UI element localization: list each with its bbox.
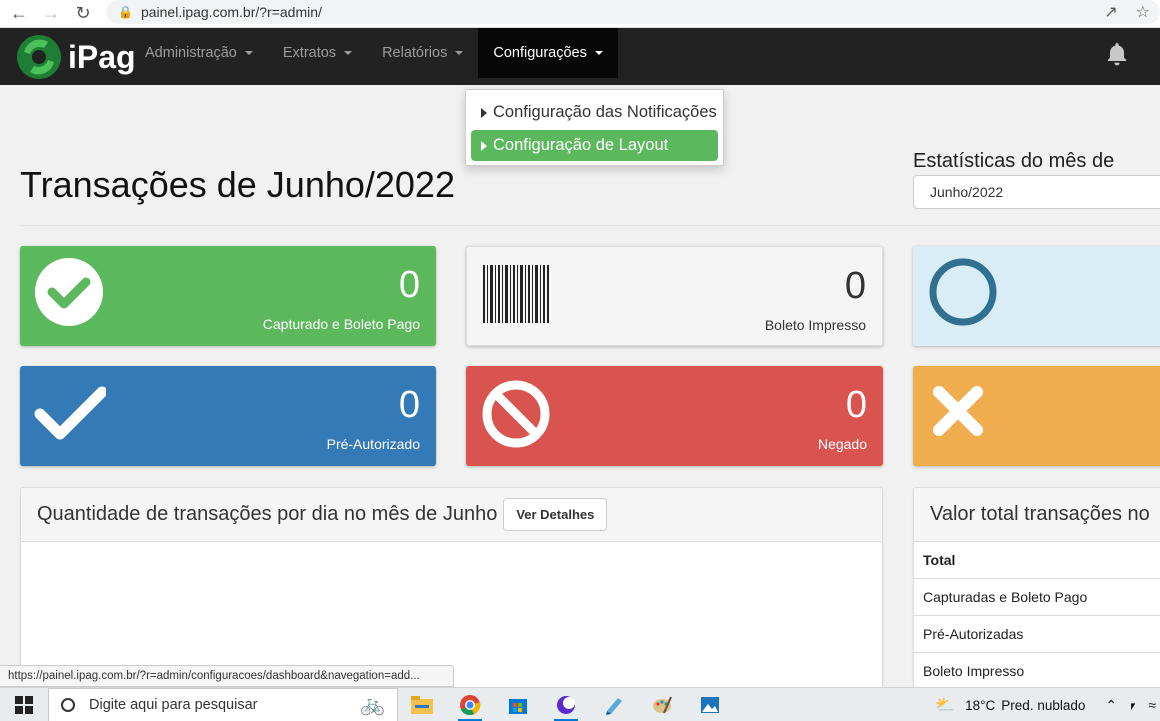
- arrow-right-icon[interactable]: →: [38, 1, 64, 27]
- wifi-icon[interactable]: ≈: [1148, 697, 1156, 713]
- notepad-icon[interactable]: [590, 688, 638, 721]
- card-cancelado[interactable]: [913, 366, 1160, 466]
- check-icon: [34, 386, 106, 440]
- chevron-up-icon[interactable]: ⌃: [1105, 697, 1117, 714]
- card-label: Boleto Impresso: [764, 317, 866, 333]
- card-pre-autorizado[interactable]: 0 Pré-Autorizado: [20, 366, 436, 466]
- paint-icon[interactable]: [638, 688, 686, 721]
- windows-taskbar: Digite aqui para pesquisar 🚲 ⛅ 18°C Pred…: [0, 687, 1160, 721]
- card-label: Capturado e Boleto Pago: [262, 316, 420, 332]
- weather-text: Pred. nublado: [1001, 697, 1086, 713]
- bell-icon[interactable]: [1104, 41, 1130, 67]
- table-header: Total: [914, 542, 1160, 579]
- menu-administracao[interactable]: Administração: [130, 28, 268, 78]
- table-row: Capturadas e Boleto Pago: [914, 579, 1160, 616]
- caret-down-icon: [344, 51, 353, 55]
- card-value: 0: [844, 265, 866, 307]
- ver-detalhes-button[interactable]: Ver Detalhes: [503, 498, 608, 531]
- search-icon: [61, 697, 75, 712]
- card-value: 0: [398, 384, 420, 426]
- panel-title: Quantidade de transações por dia no mês …: [37, 503, 498, 525]
- photos-icon[interactable]: [686, 688, 734, 721]
- system-tray: ⛅ 18°C Pred. nublado ⌃ ⎖ ≈: [935, 688, 1160, 721]
- triangle-right-icon: [481, 140, 487, 151]
- store-icon[interactable]: [494, 688, 542, 721]
- table-row: Boleto Impresso: [914, 653, 1160, 690]
- total-value-panel: Valor total transações no Total Capturad…: [913, 487, 1160, 721]
- caret-down-icon: [244, 51, 253, 55]
- caret-down-icon: [455, 51, 464, 55]
- menu-relatorios[interactable]: Relatórios: [367, 28, 478, 78]
- ipag-logo[interactable]: iPag: [14, 32, 136, 82]
- page-title: Transações de Junho/2022: [20, 164, 455, 205]
- divider: [20, 225, 1160, 226]
- stats-label: Estatísticas do mês de: [913, 150, 1115, 172]
- network-icon[interactable]: ⎖: [1127, 697, 1138, 714]
- dropdown-item-label: Configuração de Layout: [493, 136, 669, 154]
- chrome-icon[interactable]: [446, 688, 494, 721]
- dropdown-item-notificacoes[interactable]: Configuração das Notificações: [471, 97, 718, 128]
- triangle-right-icon: [481, 107, 487, 118]
- x-icon: [933, 386, 983, 436]
- card-negado[interactable]: 0 Negado: [466, 366, 883, 466]
- card-capturado[interactable]: 0 Capturado e Boleto Pago: [20, 246, 436, 346]
- share-icon[interactable]: ↗: [1104, 2, 1117, 22]
- month-select[interactable]: Junho/2022: [913, 175, 1160, 209]
- url-text: painel.ipag.com.br/?r=admin/: [140, 4, 322, 20]
- search-placeholder: Digite aqui para pesquisar: [89, 696, 258, 713]
- card-label: Negado: [817, 436, 867, 452]
- card-info[interactable]: [913, 246, 1160, 346]
- arrow-left-icon[interactable]: ←: [6, 1, 32, 27]
- menu-label: Configurações: [493, 45, 587, 61]
- lock-icon: 🔒: [118, 5, 133, 19]
- status-bar-url: https://painel.ipag.com.br/?r=admin/conf…: [0, 665, 454, 687]
- app-navbar: iPag Administração Extratos Relatórios C…: [0, 28, 1160, 85]
- menu-extratos[interactable]: Extratos: [268, 28, 367, 78]
- dropdown-item-layout[interactable]: Configuração de Layout: [471, 130, 718, 161]
- circle-outline-icon: [929, 258, 997, 326]
- menu-label: Extratos: [282, 45, 337, 61]
- browser-toolbar: ← → ↻ 🔒 painel.ipag.com.br/?r=admin/ ↗ ☆: [0, 0, 1160, 28]
- weather-icon[interactable]: ⛅: [935, 695, 955, 715]
- temperature: 18°C: [965, 697, 996, 713]
- logo-text: iPag: [68, 38, 136, 75]
- table-row: Pré-Autorizadas: [914, 616, 1160, 653]
- card-label: Pré-Autorizado: [326, 436, 420, 452]
- app-moon-icon[interactable]: [542, 688, 590, 721]
- panel-header: Valor total transações no: [914, 488, 1160, 542]
- menu-label: Relatórios: [382, 45, 448, 61]
- menu-label: Administração: [145, 45, 237, 61]
- star-icon[interactable]: ☆: [1136, 2, 1150, 22]
- card-boleto-impresso[interactable]: 0 Boleto Impresso: [466, 246, 883, 346]
- card-value: 0: [845, 384, 867, 426]
- bike-icon: 🚲: [360, 694, 385, 716]
- windows-start-icon[interactable]: [0, 688, 48, 721]
- caret-down-icon: [594, 51, 603, 55]
- panel-title: Valor total transações no: [930, 503, 1150, 525]
- file-explorer-icon[interactable]: [398, 688, 446, 721]
- barcode-icon: [483, 265, 549, 323]
- panel-header: Quantidade de transações por dia no mês …: [21, 488, 882, 542]
- dropdown-item-label: Configuração das Notificações: [493, 103, 717, 121]
- ban-icon: [482, 380, 550, 448]
- configuracoes-dropdown: Configuração das Notificações Configuraç…: [465, 89, 724, 166]
- taskbar-search[interactable]: Digite aqui para pesquisar 🚲: [48, 687, 398, 721]
- ipag-logo-icon: [17, 35, 61, 79]
- menu-configuracoes[interactable]: Configurações: [478, 28, 618, 78]
- main-menu: Administração Extratos Relatórios Config…: [130, 28, 618, 85]
- card-value: 0: [398, 264, 420, 306]
- check-circle-icon: [35, 258, 103, 326]
- address-bar[interactable]: 🔒 painel.ipag.com.br/?r=admin/ ↗ ☆: [106, 0, 1160, 24]
- reload-icon[interactable]: ↻: [70, 1, 96, 27]
